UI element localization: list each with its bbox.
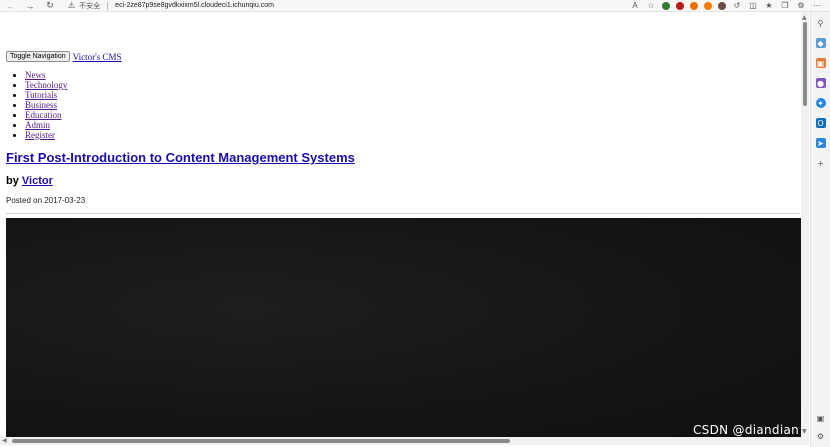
browser-sidebar: ⚲ ◆ ▣ ● ✦ O ➤ + ▣ ⚙ [810,12,830,447]
extension-brown-icon[interactable] [718,1,726,10]
menu-item-admin: Admin [25,120,67,130]
sidebar-bottom: ▣ ⚙ [816,413,826,441]
menu-link-admin[interactable]: Admin [25,120,50,130]
favorites-icon[interactable]: ★ [764,1,774,10]
refresh-icon[interactable]: ↻ [40,0,60,12]
settings-icon[interactable]: ⚙ [816,431,826,441]
read-aloud-icon[interactable]: A​ [630,1,640,10]
extension-orange-icon[interactable] [690,1,698,10]
horizontal-scrollbar[interactable]: ◀ [0,437,809,445]
vertical-scrollbar[interactable]: ▲ ▼ [801,12,809,437]
post-title-link[interactable]: First Post-Introduction to Content Manag… [6,150,355,165]
outlook-icon[interactable]: O [815,118,826,128]
menu-link-business[interactable]: Business [25,100,57,110]
menu-item-tutorials: Tutorials [25,90,67,100]
address-separator [107,1,109,10]
posted-label: Posted on [6,196,43,205]
forward-arrow-icon[interactable]: → [20,0,40,12]
copilot-icon[interactable]: ✦ [815,98,826,108]
by-label: by [6,175,19,187]
site-navbar: Toggle Navigation Victor's CMS [6,51,122,62]
add-icon[interactable]: + [816,158,826,168]
extensions-icon[interactable]: ⚙ [796,1,806,10]
menu-link-register[interactable]: Register [25,130,55,140]
scroll-down-icon[interactable]: ▼ [802,428,807,435]
warning-icon: ⚠ [68,1,76,10]
posted-date-value: 2017-03-23 [44,196,86,205]
post-byline: by Victor [6,175,53,187]
toggle-navigation-button[interactable]: Toggle Navigation [6,51,70,62]
toolbar-actions: A​ ☆ ↺ ◫ ★ ❐ ⚙ ⋯ [630,1,830,10]
extension-green-icon[interactable] [662,1,670,10]
address-bar[interactable]: ⚠ 不安全 eci-2ze87p9se8gvdkxixm5l.cloudeci1… [68,0,274,12]
scroll-up-icon[interactable]: ▲ [802,14,807,21]
watermark: CSDN @diandian [693,423,800,437]
extension-fox-icon[interactable] [704,1,712,10]
menu-link-technology[interactable]: Technology [25,80,67,90]
screen-icon[interactable]: ▣ [816,413,826,423]
menu-item-register: Register [25,130,67,140]
url-text[interactable]: eci-2ze87p9se8gvdkxixm5l.cloudeci1.ichun… [115,2,274,9]
star-icon[interactable]: ☆ [646,1,656,10]
vertical-scroll-thumb[interactable] [803,22,807,106]
menu-link-education[interactable]: Education [25,110,62,120]
author-link[interactable]: Victor [22,175,53,187]
post-date: Posted on 2017-03-23 [6,196,85,205]
split-screen-icon[interactable]: ◫ [748,1,758,10]
back-arrow-icon[interactable]: ← [0,0,20,12]
send-icon[interactable]: ➤ [815,138,826,148]
post-divider [6,213,800,214]
tag-icon[interactable]: ◆ [815,38,826,48]
menu-item-technology: Technology [25,80,67,90]
people-icon[interactable]: ● [815,78,826,88]
brand-link[interactable]: Victor's CMS [73,52,122,62]
more-icon[interactable]: ⋯ [812,1,822,10]
extension-sync-icon[interactable]: ↺ [732,1,742,10]
extension-red-icon[interactable] [676,1,684,10]
shopping-icon[interactable]: ▣ [815,58,826,68]
browser-toolbar: ← → ↻ ⚠ 不安全 eci-2ze87p9se8gvdkxixm5l.clo… [0,0,830,12]
menu-item-education: Education [25,110,67,120]
horizontal-scroll-thumb[interactable] [12,439,510,443]
insecure-label: 不安全 [79,2,101,10]
page-viewport: Toggle Navigation Victor's CMS News Tech… [0,13,801,437]
site-menu: News Technology Tutorials Business Educa… [25,70,67,140]
menu-item-news: News [25,70,67,80]
scroll-left-icon[interactable]: ◀ [2,437,7,444]
menu-item-business: Business [25,100,67,110]
post-image [6,218,801,437]
menu-link-news[interactable]: News [25,70,46,80]
search-icon[interactable]: ⚲ [816,18,826,28]
menu-link-tutorials[interactable]: Tutorials [25,90,57,100]
collections-icon[interactable]: ❐ [780,1,790,10]
